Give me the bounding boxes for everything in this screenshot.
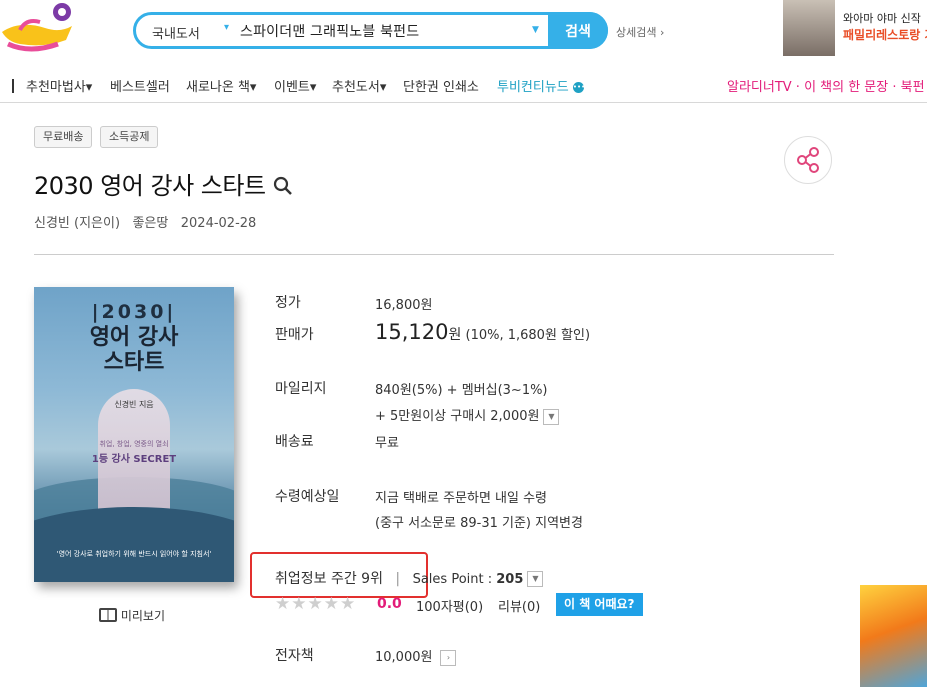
search-category[interactable]: 국내도서 bbox=[152, 23, 200, 42]
search-icon[interactable] bbox=[273, 176, 293, 196]
book-title: 2030 영어 강사 스타트 bbox=[34, 166, 293, 201]
divider bbox=[34, 254, 834, 255]
share-icon bbox=[797, 147, 819, 173]
sales-point-value: 205 bbox=[496, 572, 524, 587]
ebook-price[interactable]: 10,000원 bbox=[375, 650, 432, 665]
share-button[interactable] bbox=[784, 136, 832, 184]
mileage-line2: + 5만원이상 구매시 2,000원 bbox=[375, 409, 540, 424]
badge-tax-deduction: 소득공제 bbox=[100, 126, 159, 148]
search-bar[interactable]: 국내도서 ▾ 스파이더맨 그래픽노블 북펀드 ▼ 검색 bbox=[133, 12, 608, 49]
ad-banner-text[interactable]: 와아마 야마 신작 bbox=[843, 10, 921, 26]
mileage-label: 마일리지 bbox=[275, 381, 327, 397]
preview-label: 미리보기 bbox=[120, 609, 165, 623]
list-price-label: 정가 bbox=[275, 295, 301, 311]
rating-score: 0.0 bbox=[377, 596, 402, 612]
book-title-text: 2030 영어 강사 스타트 bbox=[34, 172, 266, 200]
nav-item-events[interactable]: 이벤트▾ bbox=[274, 76, 316, 95]
side-ad-banner[interactable] bbox=[860, 585, 927, 687]
sale-price: 15,120 bbox=[375, 320, 449, 344]
shipping-label: 배송료 bbox=[275, 434, 314, 450]
ad-banner-title[interactable]: 패밀리레스토랑 가 bbox=[843, 26, 927, 43]
cover-title-line2: 스타트 bbox=[103, 350, 165, 375]
search-button[interactable]: 검색 bbox=[548, 12, 608, 49]
delivery-line2[interactable]: (중구 서소문로 89-31 기준) 지역변경 bbox=[375, 512, 583, 531]
book-open-icon bbox=[99, 608, 117, 622]
chevron-down-icon[interactable]: ▼ bbox=[527, 571, 544, 587]
ebook-label: 전자책 bbox=[275, 648, 314, 664]
nav-item-new-books[interactable]: 새로나온 책▾ bbox=[186, 76, 256, 95]
write-review-button[interactable]: 이 책 어때요? bbox=[556, 593, 643, 616]
nav-item-recommended[interactable]: 추천도서▾ bbox=[332, 76, 386, 95]
chevron-right-icon[interactable]: › bbox=[440, 649, 457, 666]
nav-right-links[interactable]: 알라디너TV · 이 책의 한 문장 · 북펀 bbox=[727, 76, 925, 95]
publisher-link[interactable]: 좋은땅 bbox=[132, 216, 168, 231]
nav-item-tobecontinued[interactable]: 투비컨티뉴드 ••• bbox=[497, 76, 586, 95]
publish-date: 2024-02-28 bbox=[180, 216, 257, 231]
main-nav: 추천마법사▾ 베스트셀러 새로나온 책▾ 이벤트▾ 추천도서▾ 단한권 인쇄소 … bbox=[0, 70, 927, 103]
short-reviews-link[interactable]: 100자평(0) bbox=[416, 596, 483, 615]
mileage-line2-row: + 5만원이상 구매시 2,000원 ▼ bbox=[375, 405, 560, 425]
nav-item-tobecontinued-label: 투비컨티뉴드 bbox=[497, 80, 569, 95]
cover-title: 영어 강사 스타트 bbox=[34, 325, 234, 375]
shipping-value: 무료 bbox=[375, 436, 399, 451]
detail-search-link[interactable]: 상세검색 › bbox=[616, 24, 664, 40]
chevron-down-icon[interactable]: ▾ bbox=[224, 22, 229, 33]
nav-item-print-shop[interactable]: 단한권 인쇄소 bbox=[403, 76, 479, 95]
more-dots-icon: ••• bbox=[572, 82, 586, 93]
delivery-label: 수령예상일 bbox=[275, 489, 340, 505]
nav-item-recommend-wizard[interactable]: 추천마법사▾ bbox=[26, 76, 92, 95]
autocomplete-toggle-icon[interactable]: ▼ bbox=[532, 25, 539, 35]
cover-wave bbox=[34, 507, 234, 582]
preview-button[interactable]: 미리보기 bbox=[99, 607, 165, 624]
cover-number: |2030| bbox=[91, 301, 177, 323]
ebook-row: 10,000원 › bbox=[375, 646, 457, 666]
book-meta: 신경빈 (지은이) 좋은땅 2024-02-28 bbox=[34, 212, 256, 231]
aladin-logo[interactable] bbox=[0, 0, 80, 55]
cover-title-line1: 영어 강사 bbox=[89, 325, 179, 350]
nav-divider bbox=[12, 79, 14, 93]
chevron-down-icon[interactable]: ▼ bbox=[543, 408, 560, 425]
discount-text: (10%, 1,680원 할인) bbox=[461, 328, 591, 343]
sale-price-unit: 원 bbox=[448, 327, 462, 343]
ad-banner-image[interactable] bbox=[783, 0, 835, 56]
mileage-line1: 840원(5%) + 멤버십(3~1%) bbox=[375, 383, 548, 398]
badge-free-shipping: 무료배송 bbox=[34, 126, 93, 148]
delivery-line1: 지금 택배로 주문하면 내일 수령 bbox=[375, 491, 548, 506]
rating-stars: ★★★★★ bbox=[275, 594, 357, 614]
sales-point-label: Sales Point : bbox=[412, 572, 497, 587]
reviews-link[interactable]: 리뷰(0) bbox=[498, 596, 540, 615]
sale-price-label: 판매가 bbox=[275, 327, 314, 343]
cover-tagline: 1등 강사 SECRET bbox=[91, 454, 177, 465]
author-link[interactable]: 신경빈 (지은이) bbox=[34, 216, 120, 231]
book-cover[interactable]: |2030| 영어 강사 스타트 신경빈 지음 취업, 창업, 영중의 열쇠 1… bbox=[34, 287, 234, 582]
cover-author: 신경빈 지음 bbox=[114, 400, 154, 409]
nav-item-bestseller[interactable]: 베스트셀러 bbox=[110, 76, 170, 95]
cover-quote: '영어 강사로 취업하기 위해 반드시 읽어야 할 지침서' bbox=[56, 550, 212, 558]
rank-link[interactable]: 취업정보 주간 9위 bbox=[275, 571, 383, 587]
list-price: 16,800원 bbox=[375, 298, 433, 313]
cover-subtitle: 취업, 창업, 영중의 열쇠 bbox=[99, 440, 169, 448]
search-input[interactable]: 스파이더맨 그래픽노블 북펀드 bbox=[240, 21, 419, 41]
rank-row: 취업정보 주간 9위 | Sales Point : 205 ▼ bbox=[275, 568, 544, 588]
sale-price-row: 15,120원 (10%, 1,680원 할인) bbox=[375, 320, 590, 344]
